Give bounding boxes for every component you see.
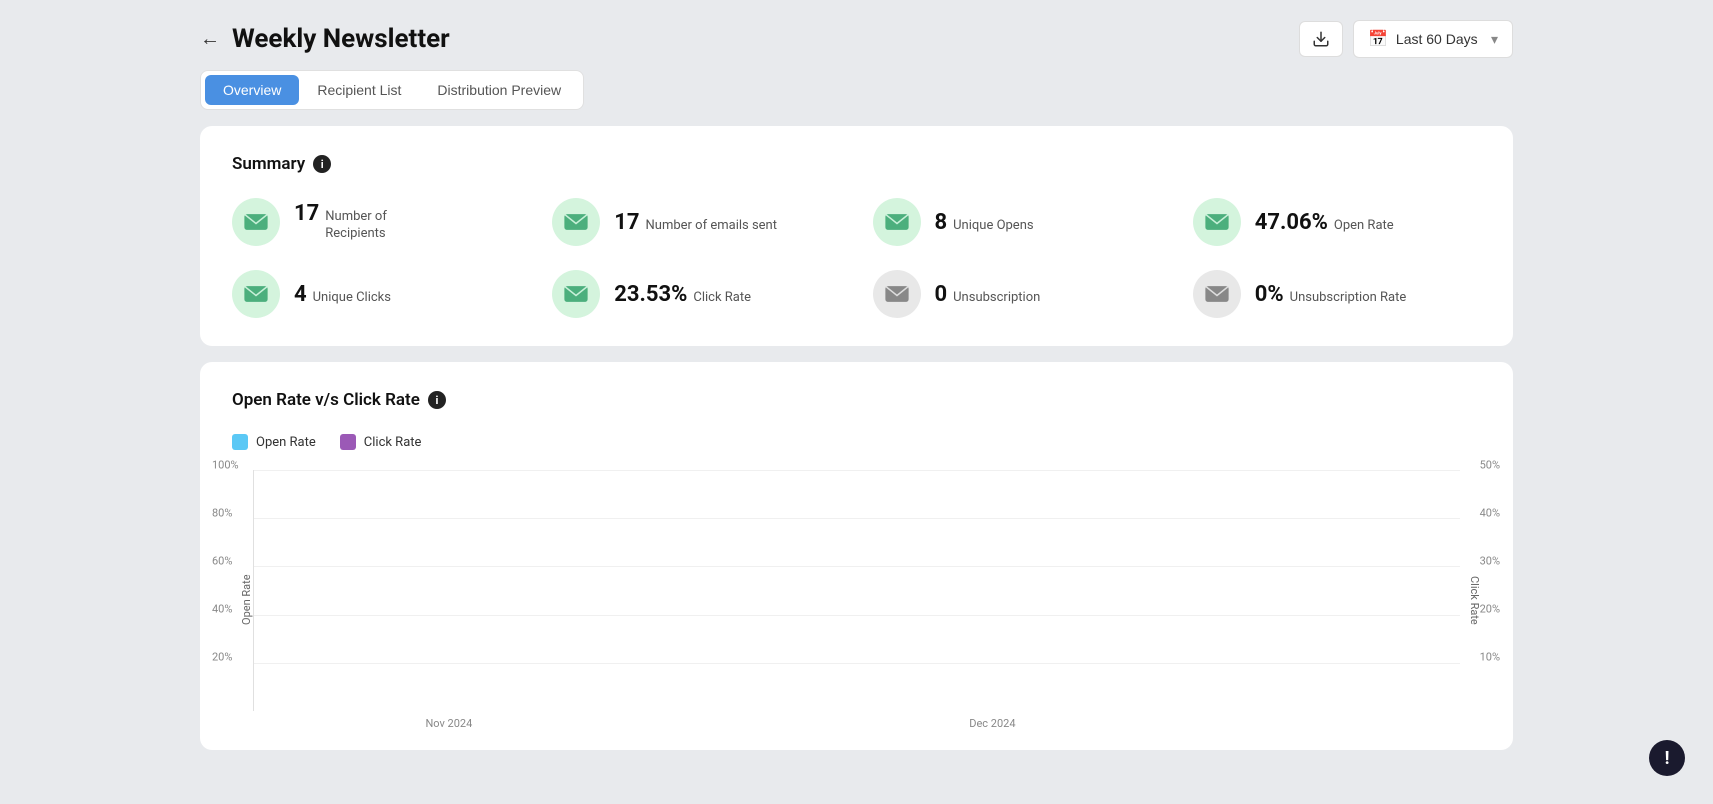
email-icon-click-rate (564, 285, 588, 303)
stat-recipients: 17 Number ofRecipients (232, 198, 520, 246)
legend-label-click-rate: Click Rate (364, 435, 422, 450)
grid-label-right-80: 40% (1480, 506, 1500, 519)
stat-label-unique-clicks: Unique Clicks (313, 290, 391, 307)
email-icon-open-rate (1205, 213, 1229, 231)
legend-dot-open-rate (232, 434, 248, 450)
email-icon-unique-clicks (244, 285, 268, 303)
stat-value-recipients: 17 (294, 201, 319, 226)
stat-icon-unsubscription (873, 270, 921, 318)
grid-label-left-20: 20% (212, 651, 232, 664)
legend-dot-click-rate (340, 434, 356, 450)
chart-area: 100% 50% 80% 40% 60% 30% 40% 20% (253, 470, 1460, 730)
y-axis-left-label: Open Rate (232, 470, 253, 730)
grid-label-left-60: 60% (212, 554, 232, 567)
grid-label-right-100: 50% (1480, 458, 1500, 471)
grid-label-right-40: 20% (1480, 603, 1500, 616)
email-icon-unique-opens (885, 213, 909, 231)
email-icon-unsubscription-rate (1205, 285, 1229, 303)
header-right: 📅 Last 60 Days ▾ (1299, 20, 1513, 58)
stat-value-open-rate: 47.06% (1255, 210, 1328, 235)
stat-icon-recipients (232, 198, 280, 246)
back-button[interactable]: ← (200, 28, 220, 51)
stat-unsubscription: 0 Unsubscription (873, 270, 1161, 318)
page-title: Weekly Newsletter (232, 24, 450, 54)
grid-label-left-40: 40% (212, 603, 232, 616)
chevron-down-icon: ▾ (1491, 31, 1498, 48)
chart-grid: 100% 50% 80% 40% 60% 30% 40% 20% (253, 470, 1460, 711)
chart-container: Open Rate 100% 50% 80% 40% 60% 30% (232, 470, 1481, 730)
email-icon-emails-sent (564, 213, 588, 231)
stat-unique-clicks: 4 Unique Clicks (232, 270, 520, 318)
download-icon (1312, 30, 1330, 48)
tab-distribution-preview[interactable]: Distribution Preview (419, 75, 579, 105)
notification-icon: ! (1665, 748, 1670, 769)
email-icon-unsubscription (885, 285, 909, 303)
header-left: ← Weekly Newsletter (200, 24, 450, 54)
chart-info-icon[interactable]: i (428, 391, 446, 409)
grid-label-right-20: 10% (1480, 651, 1500, 664)
stat-open-rate: 47.06% Open Rate (1193, 198, 1481, 246)
legend-open-rate: Open Rate (232, 434, 316, 450)
stat-value-unsubscription-rate: 0% (1255, 282, 1284, 307)
stat-label-emails-sent: Number of emails sent (646, 218, 777, 235)
tab-overview[interactable]: Overview (205, 75, 299, 105)
x-label-empty1 (585, 717, 857, 730)
stat-label-open-rate: Open Rate (1334, 218, 1394, 235)
stat-value-unsubscription: 0 (935, 282, 948, 307)
chart-legend: Open Rate Click Rate (232, 434, 1481, 450)
stat-click-rate: 23.53% Click Rate (552, 270, 840, 318)
stat-unique-opens: 8 Unique Opens (873, 198, 1161, 246)
stat-label-click-rate: Click Rate (693, 290, 751, 307)
stat-icon-open-rate (1193, 198, 1241, 246)
chart-card: Open Rate v/s Click Rate i Open Rate Cli… (200, 362, 1513, 750)
date-filter-button[interactable]: 📅 Last 60 Days ▾ (1353, 20, 1513, 58)
grid-label-right-60: 30% (1480, 554, 1500, 567)
summary-title: Summary i (232, 154, 1481, 174)
stat-value-unique-opens: 8 (935, 210, 948, 235)
x-label-nov: Nov 2024 (313, 717, 585, 730)
email-icon-recipients (244, 213, 268, 231)
y-axis-right-label: Click Rate (1460, 470, 1481, 730)
grid-label-left-100: 100% (212, 458, 239, 471)
legend-click-rate: Click Rate (340, 434, 422, 450)
chart-title: Open Rate v/s Click Rate i (232, 390, 1481, 410)
grid-label-left-80: 80% (212, 506, 232, 519)
date-filter-label: Last 60 Days (1396, 31, 1478, 47)
x-label-empty2 (1128, 717, 1400, 730)
stat-emails-sent: 17 Number of emails sent (552, 198, 840, 246)
stat-icon-emails-sent (552, 198, 600, 246)
x-label-dec: Dec 2024 (857, 717, 1129, 730)
legend-label-open-rate: Open Rate (256, 435, 316, 450)
stat-value-unique-clicks: 4 (294, 282, 307, 307)
stat-label-unsubscription-rate: Unsubscription Rate (1290, 290, 1407, 307)
tab-recipient-list[interactable]: Recipient List (299, 75, 419, 105)
tabs-bar: Overview Recipient List Distribution Pre… (200, 70, 584, 110)
stat-icon-unsubscription-rate (1193, 270, 1241, 318)
stat-label-unique-opens: Unique Opens (953, 218, 1033, 235)
calendar-icon: 📅 (1368, 29, 1388, 49)
stat-label-recipients: Number ofRecipients (325, 209, 387, 243)
stat-value-click-rate: 23.53% (614, 282, 687, 307)
x-axis: Nov 2024 Dec 2024 (253, 711, 1460, 730)
stat-label-unsubscription: Unsubscription (953, 290, 1040, 307)
stat-icon-unique-opens (873, 198, 921, 246)
bars-row (254, 470, 1460, 711)
stat-unsubscription-rate: 0% Unsubscription Rate (1193, 270, 1481, 318)
summary-info-icon[interactable]: i (313, 155, 331, 173)
stat-icon-unique-clicks (232, 270, 280, 318)
download-button[interactable] (1299, 21, 1343, 57)
summary-grid: 17 Number ofRecipients 17 Number of emai… (232, 198, 1481, 318)
summary-card: Summary i 17 Number ofRecipients (200, 126, 1513, 346)
stat-icon-click-rate (552, 270, 600, 318)
page-header: ← Weekly Newsletter 📅 Last 60 Days ▾ (200, 0, 1513, 70)
stat-value-emails-sent: 17 (614, 210, 639, 235)
notification-button[interactable]: ! (1649, 740, 1685, 776)
